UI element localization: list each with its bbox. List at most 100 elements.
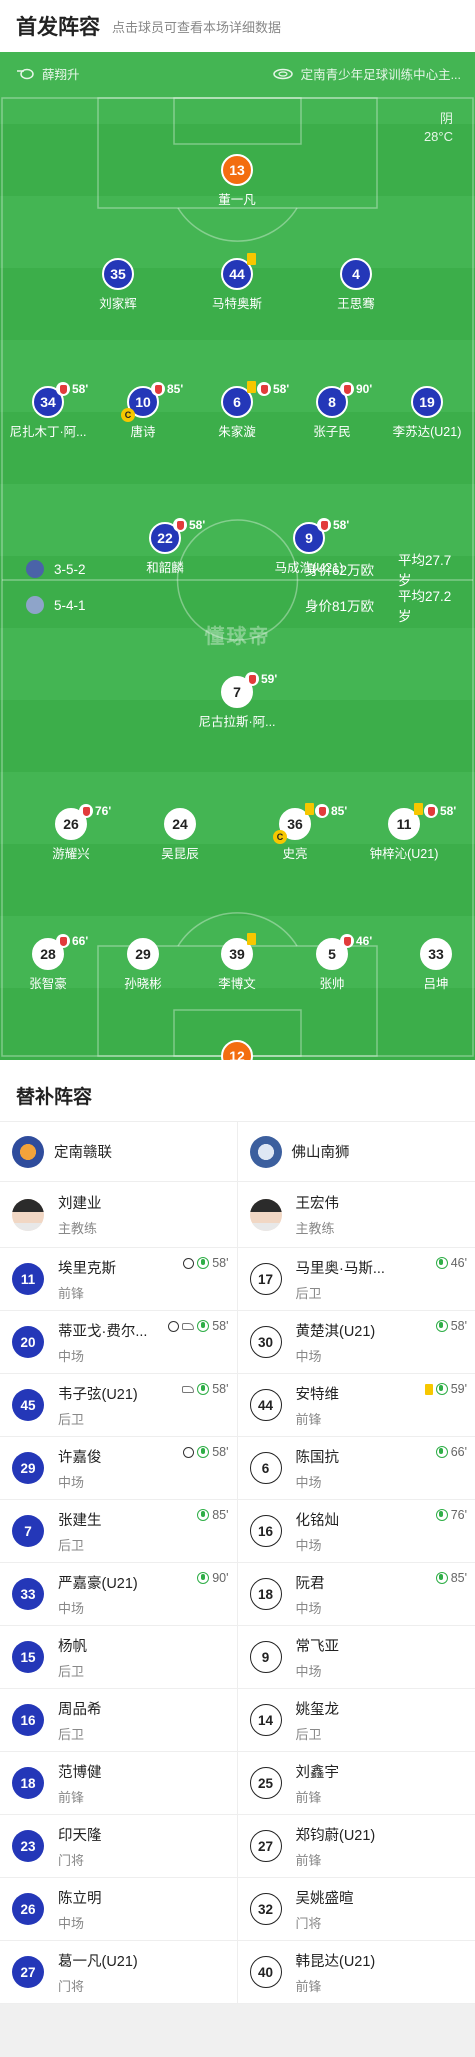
jersey-number: 18 xyxy=(250,1578,282,1610)
player-name: 游耀兴 xyxy=(11,843,131,862)
player-events: 46' xyxy=(436,1256,467,1270)
sub-in-icon xyxy=(436,1572,448,1584)
away-player[interactable]: 546'张帅 xyxy=(272,938,392,992)
bench-player-row[interactable]: 15杨帆后卫 xyxy=(0,1626,237,1689)
home-coach[interactable]: 刘建业 主教练 xyxy=(0,1182,237,1248)
away-player[interactable]: 33吕坤 xyxy=(376,938,475,992)
player-name: 钟梓沁(U21) xyxy=(344,843,464,862)
bench-player-row[interactable]: 7张建生后卫85' xyxy=(0,1500,237,1563)
sub-minute: 85' xyxy=(451,1571,467,1585)
substitutes-section: 替补阵容 定南赣联 刘建业 主教练 11埃里克斯前锋58'20蒂亚戈·费尔...… xyxy=(0,1060,475,2004)
bench-player-row[interactable]: 17马里奥·马斯...后卫46' xyxy=(238,1248,475,1311)
away-formation-row: 5-4-1 身价81万欧 平均27.2岁 xyxy=(26,594,458,616)
jersey-number: 29 xyxy=(127,938,159,970)
venue-info: 定南青少年足球训练中心主... xyxy=(273,64,461,83)
home-player[interactable]: 4王思骞 xyxy=(296,258,416,312)
home-player[interactable]: 13董一凡 xyxy=(177,154,297,208)
player-position: 前锋 xyxy=(296,1850,376,1869)
sub-out-icon xyxy=(257,382,271,396)
bench-player-row[interactable]: 30黄楚淇(U21)中场58' xyxy=(238,1311,475,1374)
player-name: 蒂亚戈·费尔... xyxy=(58,1320,147,1341)
referee-info: 薛翔升 xyxy=(16,64,80,83)
jersey-number: 12 xyxy=(221,1040,253,1060)
away-player[interactable]: 12杨超 xyxy=(177,1040,297,1060)
sub-out-icon xyxy=(245,672,259,686)
jersey-number: 40 xyxy=(250,1956,282,1988)
jersey-number: 35 xyxy=(102,258,134,290)
jersey-number: 3458' xyxy=(32,386,64,418)
assist-boot-icon xyxy=(182,1323,194,1330)
sub-in-icon xyxy=(436,1257,448,1269)
away-player[interactable]: 2676' 游耀兴 xyxy=(11,808,131,862)
player-position: 门将 xyxy=(58,1976,138,1995)
bench-player-row[interactable]: 16化铭灿中场76' xyxy=(238,1500,475,1563)
away-team-header[interactable]: 佛山南狮 xyxy=(238,1122,475,1182)
bench-player-row[interactable]: 20蒂亚戈·费尔...中场58' xyxy=(0,1311,237,1374)
home-player[interactable]: 2258'和韶麟 xyxy=(105,522,225,576)
away-player[interactable]: 3685'C史亮 xyxy=(235,808,355,862)
jersey-number: 39 xyxy=(221,938,253,970)
away-player[interactable]: 24吴昆辰 xyxy=(120,808,240,862)
home-player[interactable]: 35刘家辉 xyxy=(58,258,178,312)
home-team-icon xyxy=(26,560,44,578)
bench-player-row[interactable]: 14姚玺龙后卫 xyxy=(238,1689,475,1752)
bench-player-row[interactable]: 27郑钧蔚(U21)前锋 xyxy=(238,1815,475,1878)
sub-in-icon xyxy=(436,1383,448,1395)
bench-player-row[interactable]: 27葛一凡(U21)门将 xyxy=(0,1941,237,2004)
player-name: 许嘉俊 xyxy=(58,1446,102,1467)
jersey-number: 44 xyxy=(250,1389,282,1421)
player-position: 中场 xyxy=(296,1472,340,1491)
stadium-icon xyxy=(273,68,293,80)
player-position: 中场 xyxy=(58,1472,102,1491)
bench-player-row[interactable]: 18阮君中场85' xyxy=(238,1563,475,1626)
jersey-number: 25 xyxy=(250,1767,282,1799)
jersey-number: 2676' xyxy=(55,808,87,840)
jersey-number: 11 xyxy=(12,1263,44,1295)
sub-in-icon xyxy=(197,1446,209,1458)
player-name: 郑钧蔚(U21) xyxy=(296,1824,376,1845)
substitution-out: 58' xyxy=(173,518,205,532)
home-player[interactable]: 19李苏达(U21) xyxy=(367,386,475,440)
jersey-number: 4 xyxy=(340,258,372,290)
bench-player-row[interactable]: 40韩昆达(U21)前锋 xyxy=(238,1941,475,2004)
away-team-name: 佛山南狮 xyxy=(292,1141,350,1162)
bench-player-row[interactable]: 29许嘉俊中场58' xyxy=(0,1437,237,1500)
bench-player-row[interactable]: 16周品希后卫 xyxy=(0,1689,237,1752)
player-name: 刘鑫宇 xyxy=(296,1761,340,1782)
jersey-number: 27 xyxy=(12,1956,44,1988)
player-name: 埃里克斯 xyxy=(58,1257,116,1278)
bench-player-row[interactable]: 18范博健前锋 xyxy=(0,1752,237,1815)
player-name: 董一凡 xyxy=(177,189,297,208)
player-name: 马成浩(U21) xyxy=(249,557,369,576)
bench-player-row[interactable]: 23印天隆门将 xyxy=(0,1815,237,1878)
coach-role: 主教练 xyxy=(296,1218,340,1237)
player-name: 杨帆 xyxy=(58,1635,87,1656)
home-player[interactable]: 958'马成浩(U21) xyxy=(249,522,369,576)
bench-player-row[interactable]: 45韦子弦(U21)后卫58' xyxy=(0,1374,237,1437)
player-position: 后卫 xyxy=(58,1535,102,1554)
bench-player-row[interactable]: 9常飞亚中场 xyxy=(238,1626,475,1689)
bench-player-row[interactable]: 33严嘉豪(U21)中场90' xyxy=(0,1563,237,1626)
away-coach[interactable]: 王宏伟 主教练 xyxy=(238,1182,475,1248)
home-team-header[interactable]: 定南赣联 xyxy=(0,1122,237,1182)
player-position: 前锋 xyxy=(58,1787,102,1806)
bench-player-row[interactable]: 26陈立明中场 xyxy=(0,1878,237,1941)
player-name: 严嘉豪(U21) xyxy=(58,1572,138,1593)
home-player[interactable]: 44马特奥斯 xyxy=(177,258,297,312)
bench-player-row[interactable]: 11埃里克斯前锋58' xyxy=(0,1248,237,1311)
player-position: 中场 xyxy=(58,1346,147,1365)
jersey-number: 2866' xyxy=(32,938,64,970)
player-position: 中场 xyxy=(58,1598,138,1617)
player-position: 中场 xyxy=(296,1661,340,1680)
bench-player-row[interactable]: 32吴姚盛暄门将 xyxy=(238,1878,475,1941)
bench-player-row[interactable]: 44安特维前锋59' xyxy=(238,1374,475,1437)
away-player[interactable]: 1158'钟梓沁(U21) xyxy=(344,808,464,862)
bench-player-row[interactable]: 25刘鑫宇前锋 xyxy=(238,1752,475,1815)
jersey-number: 1085'C xyxy=(127,386,159,418)
player-events: 85' xyxy=(436,1571,467,1585)
sub-minute: 58' xyxy=(212,1445,228,1459)
away-player[interactable]: 759'尼古拉斯·阿... xyxy=(177,676,297,730)
yellow-card-icon xyxy=(425,1384,433,1395)
away-team-icon xyxy=(26,596,44,614)
bench-player-row[interactable]: 6陈国抗中场66' xyxy=(238,1437,475,1500)
